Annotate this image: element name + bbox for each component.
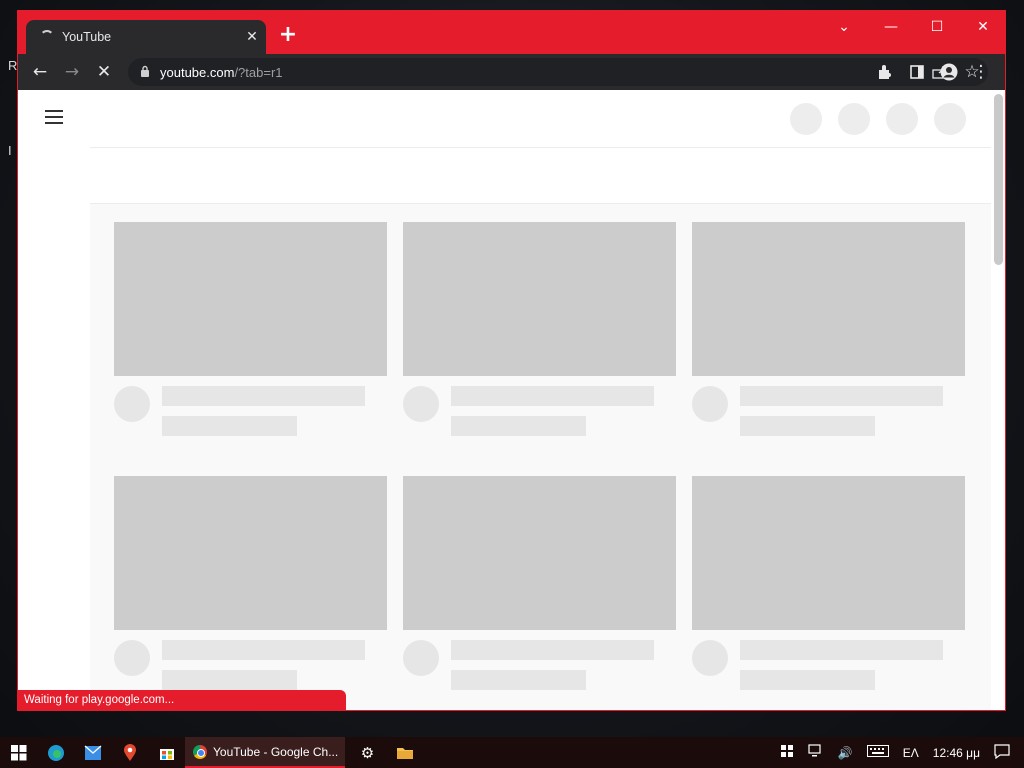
stop-loading-icon[interactable]: ✕ bbox=[88, 56, 120, 88]
thumbnail-placeholder bbox=[403, 222, 676, 376]
taskbar-app-label: YouTube - Google Ch... bbox=[213, 744, 339, 759]
thumbnail-placeholder bbox=[692, 222, 965, 376]
mail-app-icon[interactable] bbox=[74, 737, 111, 768]
meta-placeholder bbox=[740, 416, 875, 436]
page-scrollbar[interactable] bbox=[994, 94, 1003, 265]
minimize-button[interactable]: — bbox=[868, 11, 914, 43]
title-placeholder bbox=[740, 640, 943, 660]
tab-youtube[interactable]: YouTube ✕ bbox=[26, 20, 266, 54]
thumbnail-placeholder bbox=[403, 476, 676, 630]
tab-search-button[interactable]: ⌄ bbox=[821, 11, 867, 43]
back-icon[interactable]: ← bbox=[24, 56, 56, 88]
youtube-header bbox=[18, 90, 1005, 147]
settings-gear-icon[interactable]: ⚙ bbox=[349, 737, 386, 768]
video-card-skeleton bbox=[692, 476, 965, 690]
video-card-skeleton bbox=[403, 476, 676, 690]
edge-icon[interactable] bbox=[37, 737, 74, 768]
title-placeholder bbox=[740, 386, 943, 406]
keyboard-icon[interactable] bbox=[860, 745, 896, 760]
close-window-button[interactable]: ✕ bbox=[960, 11, 1005, 43]
clock[interactable]: 12:46 μμ bbox=[926, 746, 987, 760]
language-indicator[interactable]: ΕΛ bbox=[896, 746, 926, 760]
loading-spinner-icon bbox=[40, 30, 54, 44]
url-host: youtube.com bbox=[160, 64, 235, 80]
security-shield-icon[interactable] bbox=[773, 744, 801, 761]
thumbnail-placeholder bbox=[114, 222, 387, 376]
title-placeholder bbox=[162, 640, 365, 660]
volume-icon[interactable]: 🔊 bbox=[831, 746, 860, 760]
taskbar: YouTube - Google Ch... ⚙ 🔊 ΕΛ 12:46 μμ bbox=[0, 737, 1024, 768]
notifications-icon[interactable] bbox=[987, 743, 1024, 762]
taskbar-chrome-app[interactable]: YouTube - Google Ch... bbox=[185, 737, 345, 768]
browser-window: YouTube ✕ + ⌄ — ☐ ✕ ← → ✕ youtube.com /?… bbox=[17, 10, 1006, 711]
thumbnail-placeholder bbox=[114, 476, 387, 630]
title-bar: YouTube ✕ + ⌄ — ☐ ✕ bbox=[18, 11, 1005, 54]
video-card-skeleton bbox=[403, 222, 676, 436]
forward-icon[interactable]: → bbox=[56, 56, 88, 88]
avatar-placeholder bbox=[403, 640, 439, 676]
header-placeholder-circle bbox=[790, 103, 822, 135]
avatar-placeholder bbox=[403, 386, 439, 422]
desktop-edge-text: R bbox=[8, 58, 18, 73]
tab-close-icon[interactable]: ✕ bbox=[238, 29, 266, 45]
chrome-icon bbox=[193, 744, 207, 759]
store-icon[interactable] bbox=[148, 737, 185, 768]
menu-kebab-icon[interactable]: ⋮ bbox=[965, 56, 997, 88]
desktop-edge-text: I bbox=[8, 143, 12, 158]
youtube-page: Waiting for play.google.com... bbox=[18, 90, 1005, 710]
header-placeholder-circle bbox=[886, 103, 918, 135]
address-bar[interactable]: youtube.com /?tab=r1 ☆ bbox=[128, 58, 988, 86]
title-placeholder bbox=[451, 386, 654, 406]
avatar-placeholder bbox=[114, 386, 150, 422]
thumbnail-placeholder bbox=[692, 476, 965, 630]
avatar-placeholder bbox=[114, 640, 150, 676]
new-tab-button[interactable]: + bbox=[276, 24, 300, 48]
maximize-button[interactable]: ☐ bbox=[914, 11, 960, 43]
title-placeholder bbox=[451, 640, 654, 660]
title-placeholder bbox=[162, 386, 365, 406]
system-tray: 🔊 ΕΛ 12:46 μμ bbox=[773, 737, 1024, 768]
header-placeholder-circle bbox=[838, 103, 870, 135]
video-grid bbox=[90, 204, 991, 710]
network-icon[interactable] bbox=[801, 744, 831, 761]
meta-placeholder bbox=[740, 670, 875, 690]
meta-placeholder bbox=[451, 416, 586, 436]
header-placeholder-circle bbox=[934, 103, 966, 135]
url-path: /?tab=r1 bbox=[234, 64, 283, 80]
side-panel-icon[interactable] bbox=[901, 56, 933, 88]
profile-icon[interactable] bbox=[933, 56, 965, 88]
meta-placeholder bbox=[162, 670, 297, 690]
file-explorer-icon[interactable] bbox=[386, 737, 423, 768]
toolbar: ← → ✕ youtube.com /?tab=r1 ☆ ⋮ bbox=[18, 54, 1005, 90]
meta-placeholder bbox=[162, 416, 297, 436]
windows-start-icon[interactable] bbox=[0, 737, 37, 768]
video-card-skeleton bbox=[114, 222, 387, 436]
video-card-skeleton bbox=[692, 222, 965, 436]
tab-title: YouTube bbox=[62, 30, 112, 44]
avatar-placeholder bbox=[692, 386, 728, 422]
lock-icon[interactable] bbox=[140, 65, 150, 80]
video-card-skeleton bbox=[114, 476, 387, 690]
maps-pin-icon[interactable] bbox=[111, 737, 148, 768]
meta-placeholder bbox=[451, 670, 586, 690]
avatar-placeholder bbox=[692, 640, 728, 676]
status-bar: Waiting for play.google.com... bbox=[18, 690, 346, 710]
chip-bar-placeholder bbox=[90, 147, 991, 204]
extensions-icon[interactable] bbox=[869, 56, 901, 88]
hamburger-menu-icon[interactable] bbox=[45, 110, 63, 124]
